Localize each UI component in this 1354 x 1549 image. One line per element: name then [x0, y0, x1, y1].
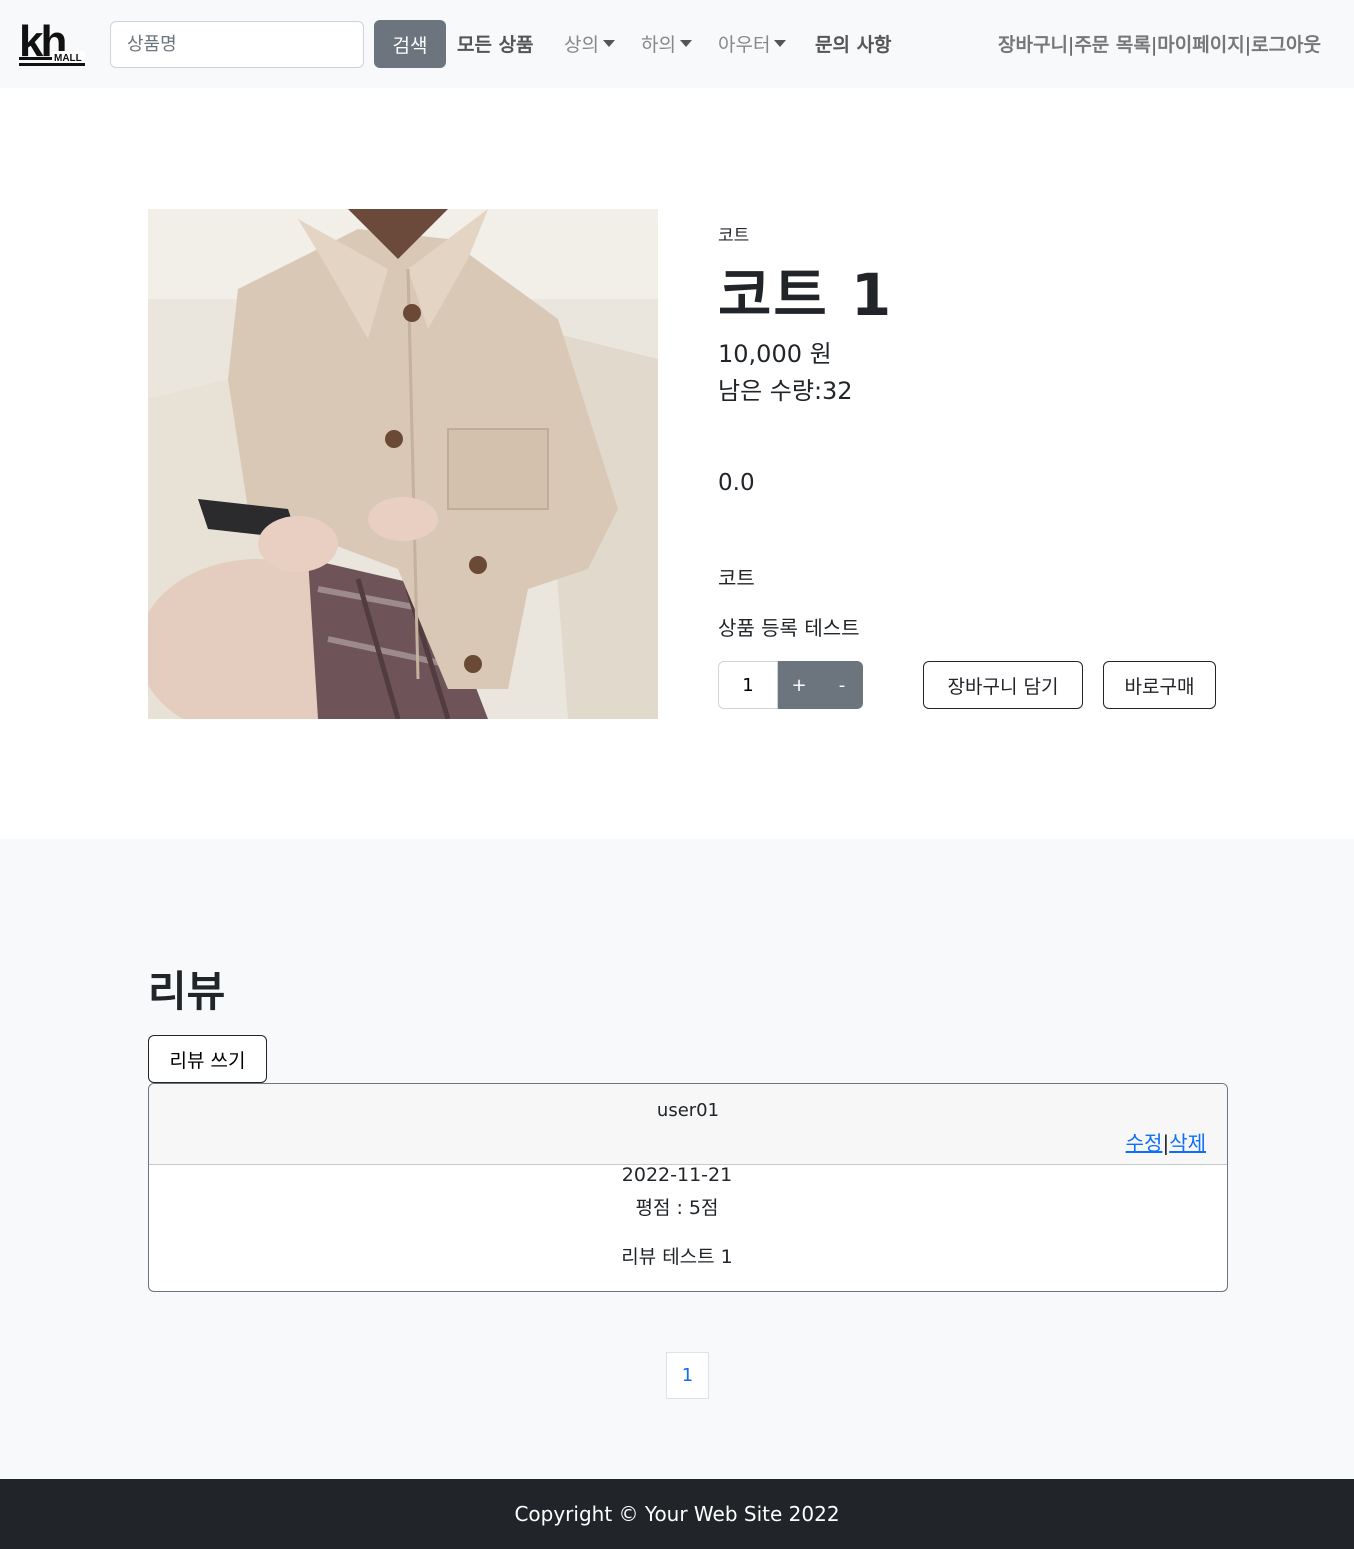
quantity-stepper: + - — [778, 661, 863, 709]
nav-outer-dropdown[interactable]: 아우터 — [718, 30, 787, 57]
review-author: user01 — [656, 1100, 720, 1121]
product-title: 코트 1 — [718, 261, 894, 329]
product-stock: 남은 수량:32 — [718, 377, 853, 405]
svg-text:MALL: MALL — [54, 53, 82, 64]
review-card-header: user01 수정|삭제 — [149, 1084, 1227, 1165]
orders-link[interactable]: 주문 목록 — [1074, 34, 1151, 56]
nav-tops-dropdown[interactable]: 상의 — [564, 30, 615, 57]
logout-link[interactable]: 로그아웃 — [1251, 34, 1321, 56]
nav-bottoms-label: 하의 — [641, 34, 676, 56]
nav-inquiry[interactable]: 문의 사항 — [815, 30, 892, 57]
nav-bottoms-dropdown[interactable]: 하의 — [641, 30, 692, 57]
user-links: 장바구니|주문 목록|마이페이지|로그아웃 — [998, 30, 1321, 57]
product-rating: 0.0 — [718, 470, 755, 496]
chevron-down-icon — [679, 40, 692, 47]
product-category-label: 코트 — [718, 566, 755, 590]
product-image — [148, 209, 658, 719]
review-actions: 수정|삭제 — [1126, 1127, 1206, 1156]
buy-now-button[interactable]: 바로구매 — [1103, 661, 1216, 709]
chevron-down-icon — [602, 40, 615, 47]
mypage-link[interactable]: 마이페이지 — [1157, 34, 1244, 56]
nav-all-products[interactable]: 모든 상품 — [457, 30, 534, 57]
cart-link[interactable]: 장바구니 — [998, 34, 1068, 56]
search-input[interactable] — [110, 21, 364, 68]
pagination-page-1[interactable]: 1 — [666, 1352, 709, 1399]
review-heading: 리뷰 — [148, 967, 226, 1016]
search-button[interactable]: 검색 — [374, 20, 446, 68]
decrease-quantity-button[interactable]: - — [821, 661, 863, 709]
write-review-button[interactable]: 리뷰 쓰기 — [148, 1035, 267, 1083]
nav-outer-label: 아우터 — [718, 34, 771, 56]
add-to-cart-button[interactable]: 장바구니 담기 — [923, 661, 1083, 709]
nav-tops-label: 상의 — [564, 34, 599, 56]
footer: Copyright © Your Web Site 2022 — [0, 1479, 1354, 1549]
product-price: 10,000 원 — [718, 340, 832, 368]
chevron-down-icon — [774, 40, 787, 47]
product-description: 상품 등록 테스트 — [718, 616, 860, 640]
increase-quantity-button[interactable]: + — [778, 661, 820, 709]
navbar: kh MALL 검색 모든 상품 상의 하의 아우터 문의 사항 장바구니|주문… — [0, 0, 1354, 88]
product-category: 코트 — [718, 226, 750, 246]
review-date: 2022-11-21 — [621, 1164, 733, 1186]
delete-review-link[interactable]: 삭제 — [1169, 1131, 1206, 1155]
review-content: 리뷰 테스트 1 — [621, 1246, 733, 1268]
copyright-text: Copyright © Your Web Site 2022 — [514, 1502, 840, 1526]
review-score: 평점 : 5점 — [635, 1197, 719, 1219]
kh-mall-logo[interactable]: kh MALL — [18, 17, 88, 70]
quantity-input[interactable] — [718, 661, 778, 709]
edit-review-link[interactable]: 수정 — [1126, 1131, 1163, 1155]
